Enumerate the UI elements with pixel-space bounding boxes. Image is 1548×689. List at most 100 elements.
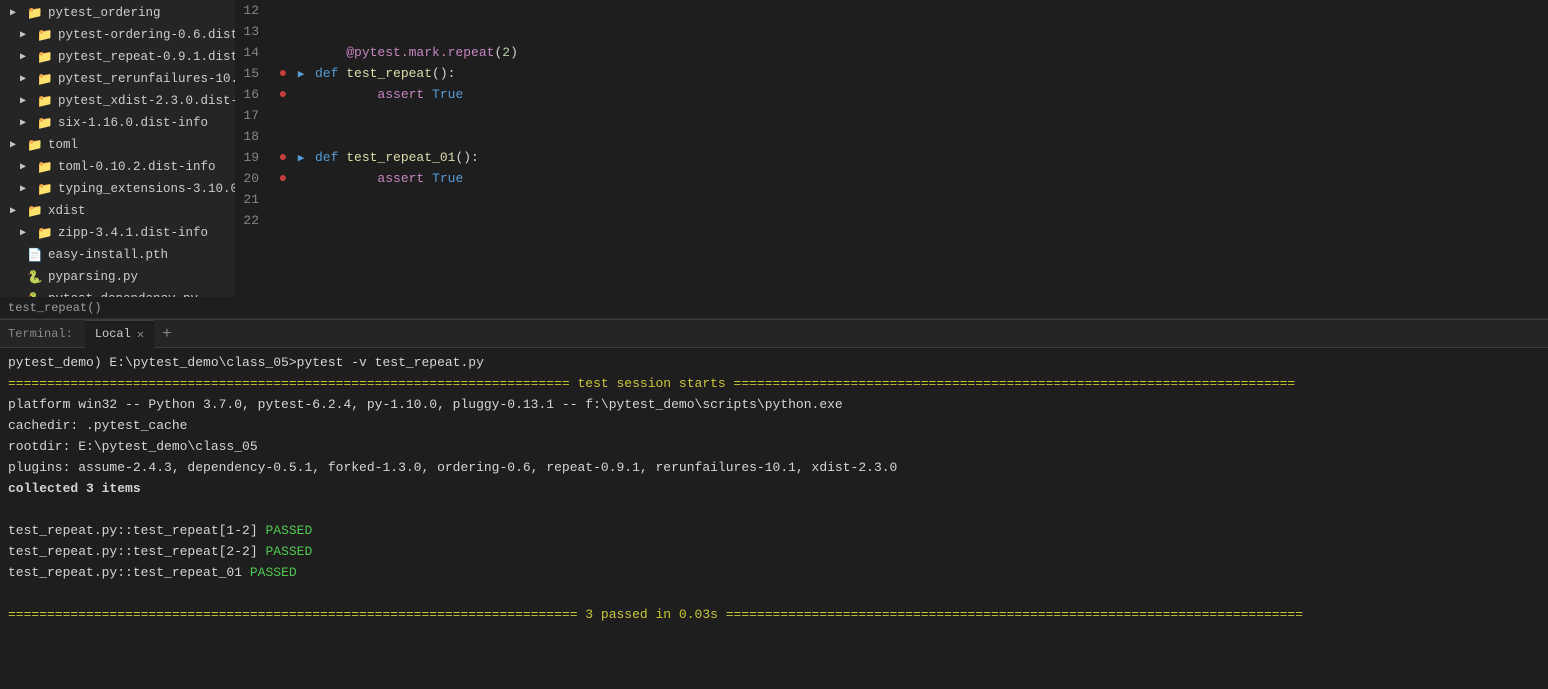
sidebar-item-six_dist[interactable]: ▶📁six-1.16.0.dist-info [0,112,235,134]
terminal-line: pytest_demo) E:\pytest_demo\class_05>pyt… [8,352,1540,373]
breakpoint-icon[interactable] [275,42,291,63]
line-number: 21 [235,189,275,210]
sidebar-item-toml[interactable]: ▶📁toml [0,134,235,156]
sidebar-item-pytest_ordering_dist[interactable]: ▶📁pytest-ordering-0.6.dist-inf [0,24,235,46]
terminal-line: ========================================… [8,373,1540,394]
terminal-line: collected 3 items [8,478,1540,499]
sidebar-item-pytest_repeat_dist[interactable]: ▶📁 pytest_repeat-0.9.1.dist-inf [0,46,235,68]
folder-icon: 📁 [36,94,54,108]
sidebar-item-toml_dist[interactable]: ▶📁toml-0.10.2.dist-info [0,156,235,178]
code-line: assert True [311,84,1548,105]
folder-icon: 📁 [36,226,54,240]
table-row: 19●▶def test_repeat_01(): [235,147,1548,168]
gutter-icon[interactable] [291,0,311,21]
breakpoint-icon[interactable] [275,210,291,231]
terminal-line: rootdir: E:\pytest_demo\class_05 [8,436,1540,457]
sidebar-item-label: xdist [48,204,86,218]
folder-arrow-icon: ▶ [20,51,36,63]
breakpoint-icon[interactable]: ● [275,84,291,105]
line-number: 17 [235,105,275,126]
breadcrumb-text: test_repeat() [8,301,102,315]
file-explorer[interactable]: ▶📁pytest_ordering▶📁pytest-ordering-0.6.d… [0,0,235,297]
breadcrumb: test_repeat() [0,297,1548,319]
sidebar-item-label: pytest_xdist-2.3.0.dist-info [58,94,235,108]
sidebar-item-label: pytest_repeat-0.9.1.dist-inf [58,50,235,64]
line-number: 13 [235,21,275,42]
folder-icon: 📁 [36,182,54,196]
terminal-label: Terminal: [8,327,73,341]
gutter-icon[interactable]: ▶ [291,147,311,168]
line-number: 18 [235,126,275,147]
gutter-icon[interactable] [291,210,311,231]
code-line [311,105,1548,126]
line-number: 14 [235,42,275,63]
folder-icon: 📁 [26,6,44,20]
sidebar-item-pytest_xdist[interactable]: ▶📁 pytest_xdist-2.3.0.dist-info [0,90,235,112]
folder-arrow-icon: ▶ [20,227,36,239]
gutter-icon[interactable]: ▶ [291,63,311,84]
breakpoint-icon[interactable]: ● [275,147,291,168]
sidebar-item-label: pytest_rerunfailures-10.1.d [58,72,235,86]
sidebar-item-label: pytest-ordering-0.6.dist-inf [58,28,235,42]
sidebar-item-label: six-1.16.0.dist-info [58,116,208,130]
gutter-icon[interactable] [291,168,311,189]
folder-icon: 📁 [36,116,54,130]
folder-arrow-icon: ▶ [10,139,26,151]
gutter-icon[interactable] [291,126,311,147]
folder-icon: 📁 [36,160,54,174]
sidebar-item-typing_ext[interactable]: ▶📁typing_extensions-3.10.0.0 [0,178,235,200]
table-row: 16● assert True [235,84,1548,105]
terminal-tabs: Terminal: Local ✕ + [0,320,1548,348]
terminal-tab-name: Local [95,327,131,341]
line-number: 12 [235,0,275,21]
gutter-icon[interactable] [291,189,311,210]
folder-arrow-icon: ▶ [10,7,26,19]
sidebar-item-easy_install[interactable]: 📄 easy-install.pth [0,244,235,266]
gutter-icon[interactable] [291,105,311,126]
sidebar-item-pytest_dependency[interactable]: 🐍pytest_dependency.py [0,288,235,297]
sidebar-item-pyparsing[interactable]: 🐍pyparsing.py [0,266,235,288]
table-row: 14 @pytest.mark.repeat(2) [235,42,1548,63]
terminal-tab-local[interactable]: Local ✕ [85,320,154,348]
sidebar-item-zipp_dist[interactable]: ▶📁zipp-3.4.1.dist-info [0,222,235,244]
breakpoint-icon[interactable] [275,21,291,42]
breakpoint-icon[interactable] [275,189,291,210]
code-line: assert True [311,168,1548,189]
folder-arrow-icon: ▶ [20,161,36,173]
terminal-line: plugins: assume-2.4.3, dependency-0.5.1,… [8,457,1540,478]
breakpoint-icon[interactable] [275,126,291,147]
sidebar-item-label: easy-install.pth [48,248,168,262]
breakpoint-icon[interactable]: ● [275,168,291,189]
folder-icon: 📁 [36,72,54,86]
sidebar-item-pytest_ordering[interactable]: ▶📁pytest_ordering [0,2,235,24]
folder-arrow-icon: ▶ [20,95,36,107]
table-row: 21 [235,189,1548,210]
breakpoint-icon[interactable]: ● [275,63,291,84]
line-number: 22 [235,210,275,231]
terminal-area: Terminal: Local ✕ + pytest_demo) E:\pyte… [0,319,1548,689]
file-icon: 📄 [26,248,44,262]
folder-icon: 📁 [36,50,54,64]
gutter-icon[interactable] [291,84,311,105]
terminal-tab-close[interactable]: ✕ [137,327,144,342]
breakpoint-icon[interactable] [275,0,291,21]
terminal-content: pytest_demo) E:\pytest_demo\class_05>pyt… [0,348,1548,689]
sidebar-item-xdist[interactable]: ▶📁xdist [0,200,235,222]
sidebar-item-pytest_rerunfailures[interactable]: ▶📁pytest_rerunfailures-10.1.d [0,68,235,90]
gutter-icon[interactable] [291,21,311,42]
line-number: 20 [235,168,275,189]
code-line: def test_repeat_01(): [311,147,1548,168]
terminal-line: test_repeat.py::test_repeat[1-2] PASSED [8,520,1540,541]
folder-arrow-icon: ▶ [20,29,36,41]
table-row: 12 [235,0,1548,21]
terminal-line: test_repeat.py::test_repeat[2-2] PASSED [8,541,1540,562]
terminal-line: ========================================… [8,604,1540,625]
gutter-icon[interactable] [291,42,311,63]
line-number: 15 [235,63,275,84]
terminal-line: test_repeat.py::test_repeat_01 PASSED [8,562,1540,583]
terminal-line [8,499,1540,520]
terminal-line: platform win32 -- Python 3.7.0, pytest-6… [8,394,1540,415]
breakpoint-icon[interactable] [275,105,291,126]
code-line [311,189,1548,210]
terminal-add-button[interactable]: + [158,325,176,343]
